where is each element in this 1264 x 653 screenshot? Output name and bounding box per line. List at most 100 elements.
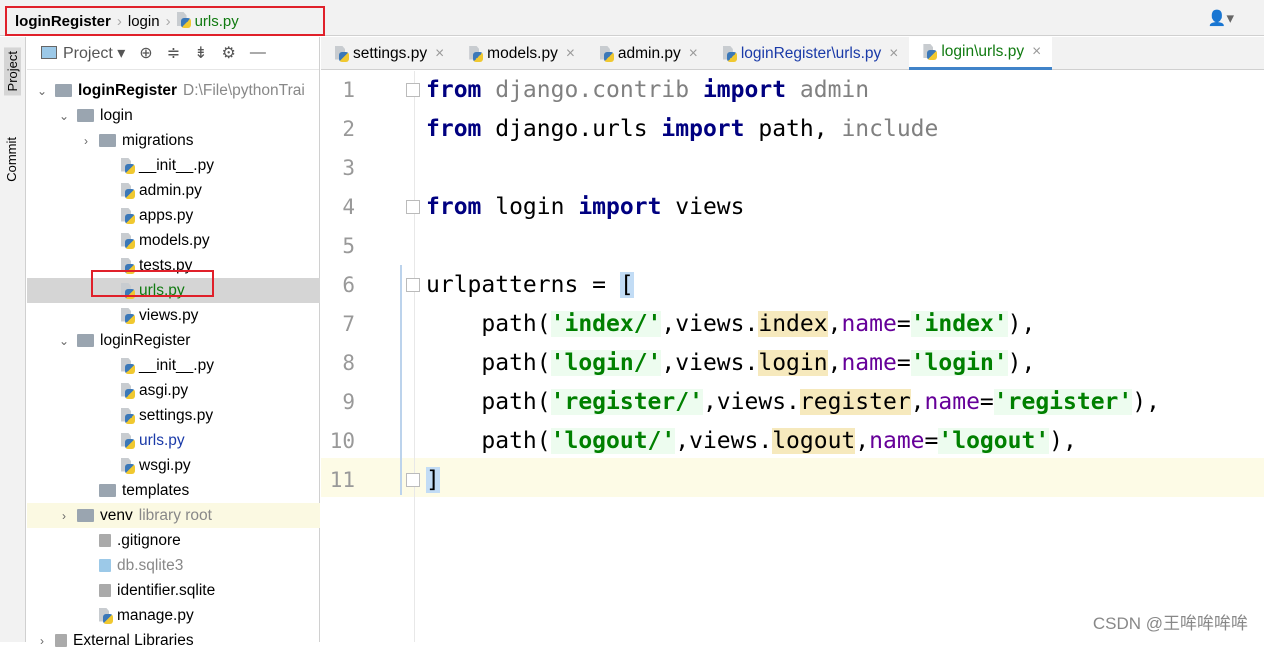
locate-icon[interactable]: ⊕: [139, 43, 152, 63]
editor-tab[interactable]: loginRegister\urls.py ×: [709, 37, 910, 70]
file-icon: [99, 534, 111, 547]
database-icon: [99, 559, 111, 572]
code-token: import: [578, 194, 662, 220]
code-token: 'logout': [938, 428, 1050, 454]
close-icon[interactable]: ×: [689, 45, 698, 63]
expand-all-icon[interactable]: ≑: [167, 43, 180, 63]
code-line: path('login/',views.login,name='login'),: [426, 344, 1160, 383]
tree-item-label: wsgi.py: [139, 456, 191, 474]
chevron-right-icon[interactable]: ›: [79, 134, 93, 148]
code-token: import: [661, 116, 745, 142]
tree-item[interactable]: › venv library root: [27, 503, 320, 528]
code-token: login: [758, 350, 828, 376]
gear-icon[interactable]: ⚙: [222, 43, 236, 63]
tree-item[interactable]: wsgi.py: [27, 453, 320, 478]
code-token: urlpatterns =: [426, 272, 620, 298]
editor-tab[interactable]: login\urls.py ×: [909, 37, 1053, 70]
tree-item-label: __init__.py: [139, 156, 214, 174]
line-number: 7: [342, 312, 355, 336]
code-line: path('index/',views.index,name='index'),: [426, 305, 1160, 344]
fold-marker-icon[interactable]: [406, 473, 420, 487]
python-file-icon: [99, 608, 113, 624]
project-toolbar: Project ▾ ⊕ ≑ ⇟ ⚙ —: [27, 37, 319, 70]
breadcrumb-file[interactable]: urls.py: [177, 12, 239, 30]
code-line: path('logout/',views.logout,name='logout…: [426, 422, 1160, 461]
tree-item-label: loginRegister: [78, 81, 178, 99]
tree-item[interactable]: admin.py: [27, 178, 320, 203]
tree-item[interactable]: manage.py: [27, 603, 320, 628]
tree-item[interactable]: › External Libraries: [27, 628, 320, 653]
tree-item[interactable]: db.sqlite3: [27, 553, 320, 578]
user-icon[interactable]: 👤▾: [1208, 9, 1234, 27]
minimize-icon[interactable]: —: [250, 44, 266, 62]
code-editor[interactable]: from django.contrib import admin from dja…: [426, 71, 1160, 500]
code-token: =: [896, 311, 911, 337]
chevron-right-icon[interactable]: ›: [57, 509, 71, 523]
fold-marker-icon[interactable]: [406, 83, 420, 97]
code-token: ),: [1007, 311, 1036, 337]
code-token: login: [481, 194, 579, 220]
close-icon[interactable]: ×: [889, 45, 898, 63]
tree-item[interactable]: ⌄ loginRegister D:\File\pythonTrai: [27, 78, 320, 103]
tree-item[interactable]: urls.py: [27, 428, 320, 453]
tree-item[interactable]: .gitignore: [27, 528, 320, 553]
tree-item-label: views.py: [139, 306, 199, 324]
project-icon: [41, 46, 57, 59]
tree-item[interactable]: views.py: [27, 303, 320, 328]
chevron-right-icon[interactable]: ›: [35, 634, 49, 648]
code-token: path(: [426, 350, 551, 376]
file-icon: [99, 584, 111, 597]
tree-item[interactable]: templates: [27, 478, 320, 503]
breadcrumb-project[interactable]: loginRegister: [15, 13, 111, 30]
code-token: path(: [426, 311, 551, 337]
collapse-all-icon[interactable]: ⇟: [194, 43, 207, 63]
editor-tab[interactable]: settings.py ×: [321, 37, 455, 70]
folder-icon: [77, 509, 94, 522]
tab-label: models.py: [487, 44, 558, 62]
chevron-down-icon[interactable]: ⌄: [57, 334, 71, 348]
folder-icon: [77, 109, 94, 122]
tree-item[interactable]: ⌄ login: [27, 103, 320, 128]
tree-item[interactable]: apps.py: [27, 203, 320, 228]
tree-item[interactable]: identifier.sqlite: [27, 578, 320, 603]
code-token: ,views.: [702, 389, 800, 415]
close-icon[interactable]: ×: [435, 45, 444, 63]
tree-item[interactable]: __init__.py: [27, 353, 320, 378]
close-icon[interactable]: ×: [1032, 43, 1041, 61]
close-icon[interactable]: ×: [566, 45, 575, 63]
tree-item[interactable]: models.py: [27, 228, 320, 253]
tree-item-label: admin.py: [139, 181, 202, 199]
tree-item-label: urls.py: [139, 431, 185, 449]
python-file-icon: [469, 46, 484, 62]
tree-item-label: .gitignore: [117, 531, 181, 549]
commit-tool-tab[interactable]: Commit: [4, 137, 19, 182]
navigation-bar: loginRegister › login › urls.py 👤▾: [0, 0, 1264, 36]
fold-marker-icon[interactable]: [406, 200, 420, 214]
breadcrumb-folder[interactable]: login: [128, 13, 160, 30]
tree-item-label: loginRegister: [100, 331, 191, 349]
tree-item[interactable]: asgi.py: [27, 378, 320, 403]
tree-item[interactable]: ⌄ loginRegister: [27, 328, 320, 353]
code-token: 'index/': [550, 311, 662, 337]
editor-tab[interactable]: admin.py ×: [586, 37, 709, 70]
tab-label: login\urls.py: [941, 43, 1025, 60]
chevron-down-icon[interactable]: ⌄: [57, 109, 71, 123]
tree-item-label: asgi.py: [139, 381, 189, 399]
code-token: [: [619, 272, 634, 298]
fold-marker-icon[interactable]: [406, 278, 420, 292]
python-file-icon: [121, 408, 135, 424]
code-token: =: [896, 350, 911, 376]
project-view-selector[interactable]: Project ▾: [41, 43, 125, 63]
tree-item[interactable]: › migrations: [27, 128, 320, 153]
tree-item[interactable]: __init__.py: [27, 153, 320, 178]
tree-item-label: migrations: [122, 131, 194, 149]
tree-item[interactable]: settings.py: [27, 403, 320, 428]
line-number: 4: [342, 195, 355, 219]
code-token: import: [702, 77, 787, 103]
editor-tab[interactable]: models.py ×: [455, 37, 586, 70]
project-tool-tab[interactable]: Project: [4, 47, 21, 96]
chevron-down-icon[interactable]: ⌄: [35, 84, 49, 98]
line-number: 1: [342, 78, 355, 102]
